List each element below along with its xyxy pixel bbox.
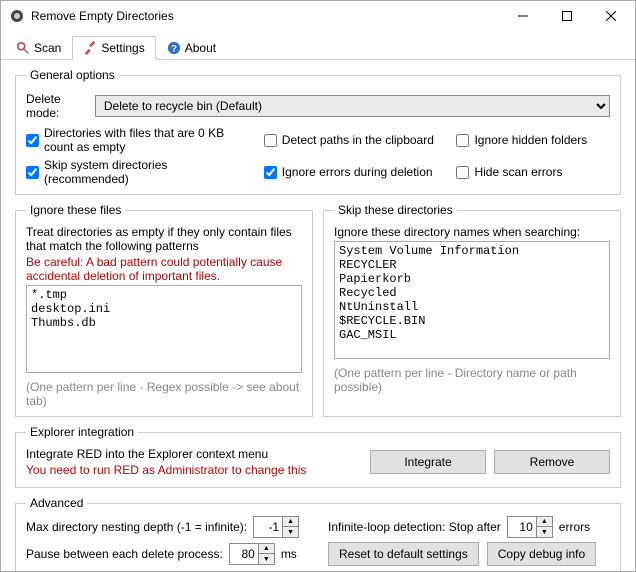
reset-defaults-button[interactable]: Reset to default settings [328, 542, 479, 566]
cb-0kb-empty[interactable]: Directories with files that are 0 KB cou… [26, 126, 252, 154]
delete-mode-label: Delete mode: [26, 92, 89, 120]
tab-label: About [185, 41, 216, 55]
loop-stepper[interactable]: ▲▼ [507, 516, 553, 538]
spin-up-icon[interactable]: ▲ [282, 517, 298, 527]
ignore-files-textarea[interactable] [26, 285, 302, 373]
pause-stepper[interactable]: ▲▼ [229, 543, 275, 565]
loop-label: Infinite-loop detection: Stop after [328, 520, 501, 534]
cb-detect-clipboard[interactable]: Detect paths in the clipboard [264, 126, 445, 154]
tab-label: Scan [34, 41, 61, 55]
maximize-button[interactable] [545, 2, 589, 30]
tab-settings[interactable]: Settings [72, 36, 155, 60]
svg-text:?: ? [171, 44, 177, 55]
spin-up-icon[interactable]: ▲ [258, 544, 274, 554]
group-legend: Ignore these files [26, 203, 125, 217]
skip-dirs-hint: (One pattern per line - Directory name o… [334, 366, 610, 394]
minimize-button[interactable] [501, 2, 545, 30]
ignore-files-hint: (One pattern per line - Regex possible -… [26, 380, 302, 408]
titlebar: Remove Empty Directories [1, 1, 635, 31]
cb-hide-scan-errors[interactable]: Hide scan errors [456, 158, 610, 186]
magnifier-icon [16, 41, 30, 55]
skip-dirs-textarea[interactable] [334, 241, 610, 359]
max-depth-label: Max directory nesting depth (-1 = infini… [26, 520, 247, 534]
tools-icon [83, 41, 97, 55]
explorer-warning: You need to run RED as Administrator to … [26, 463, 370, 477]
group-legend: General options [26, 68, 119, 82]
window-title: Remove Empty Directories [31, 9, 501, 23]
cb-ignore-errors[interactable]: Ignore errors during deletion [264, 158, 445, 186]
max-depth-stepper[interactable]: ▲▼ [253, 516, 299, 538]
group-legend: Skip these directories [334, 203, 457, 217]
main-window: Remove Empty Directories Scan Settings ? [0, 0, 636, 572]
cb-ignore-hidden[interactable]: Ignore hidden folders [456, 126, 610, 154]
general-options-group: General options Delete mode: Delete to r… [15, 68, 621, 195]
spin-down-icon[interactable]: ▼ [536, 527, 552, 537]
explorer-desc: Integrate RED into the Explorer context … [26, 447, 370, 461]
tab-label: Settings [101, 41, 144, 55]
skip-dirs-group: Skip these directories Ignore these dire… [323, 203, 621, 417]
copy-debug-button[interactable]: Copy debug info [487, 542, 596, 566]
errors-label: errors [559, 520, 590, 534]
spin-up-icon[interactable]: ▲ [536, 517, 552, 527]
spin-down-icon[interactable]: ▼ [282, 527, 298, 537]
ignore-files-desc: Treat directories as empty if they only … [26, 225, 302, 253]
integrate-button[interactable]: Integrate [370, 450, 486, 474]
skip-dirs-desc: Ignore these directory names when search… [334, 225, 610, 239]
ms-label: ms [281, 547, 297, 561]
ignore-files-group: Ignore these files Treat directories as … [15, 203, 313, 417]
group-legend: Explorer integration [26, 425, 138, 439]
delete-mode-select[interactable]: Delete to recycle bin (Default) [95, 95, 610, 117]
tab-bar: Scan Settings ? About [1, 31, 635, 60]
explorer-integration-group: Explorer integration Integrate RED into … [15, 425, 621, 488]
settings-panel: General options Delete mode: Delete to r… [1, 60, 635, 571]
remove-button[interactable]: Remove [494, 450, 610, 474]
tab-scan[interactable]: Scan [5, 36, 72, 60]
app-icon [9, 8, 25, 24]
cb-skip-system[interactable]: Skip system directories (recommended) [26, 158, 252, 186]
close-button[interactable] [589, 2, 633, 30]
ignore-files-warning: Be careful: A bad pattern could potentia… [26, 255, 302, 283]
help-icon: ? [167, 41, 181, 55]
spin-down-icon[interactable]: ▼ [258, 554, 274, 564]
group-legend: Advanced [26, 496, 87, 510]
pause-label: Pause between each delete process: [26, 547, 223, 561]
advanced-group: Advanced Max directory nesting depth (-1… [15, 496, 621, 571]
tab-about[interactable]: ? About [156, 36, 227, 60]
